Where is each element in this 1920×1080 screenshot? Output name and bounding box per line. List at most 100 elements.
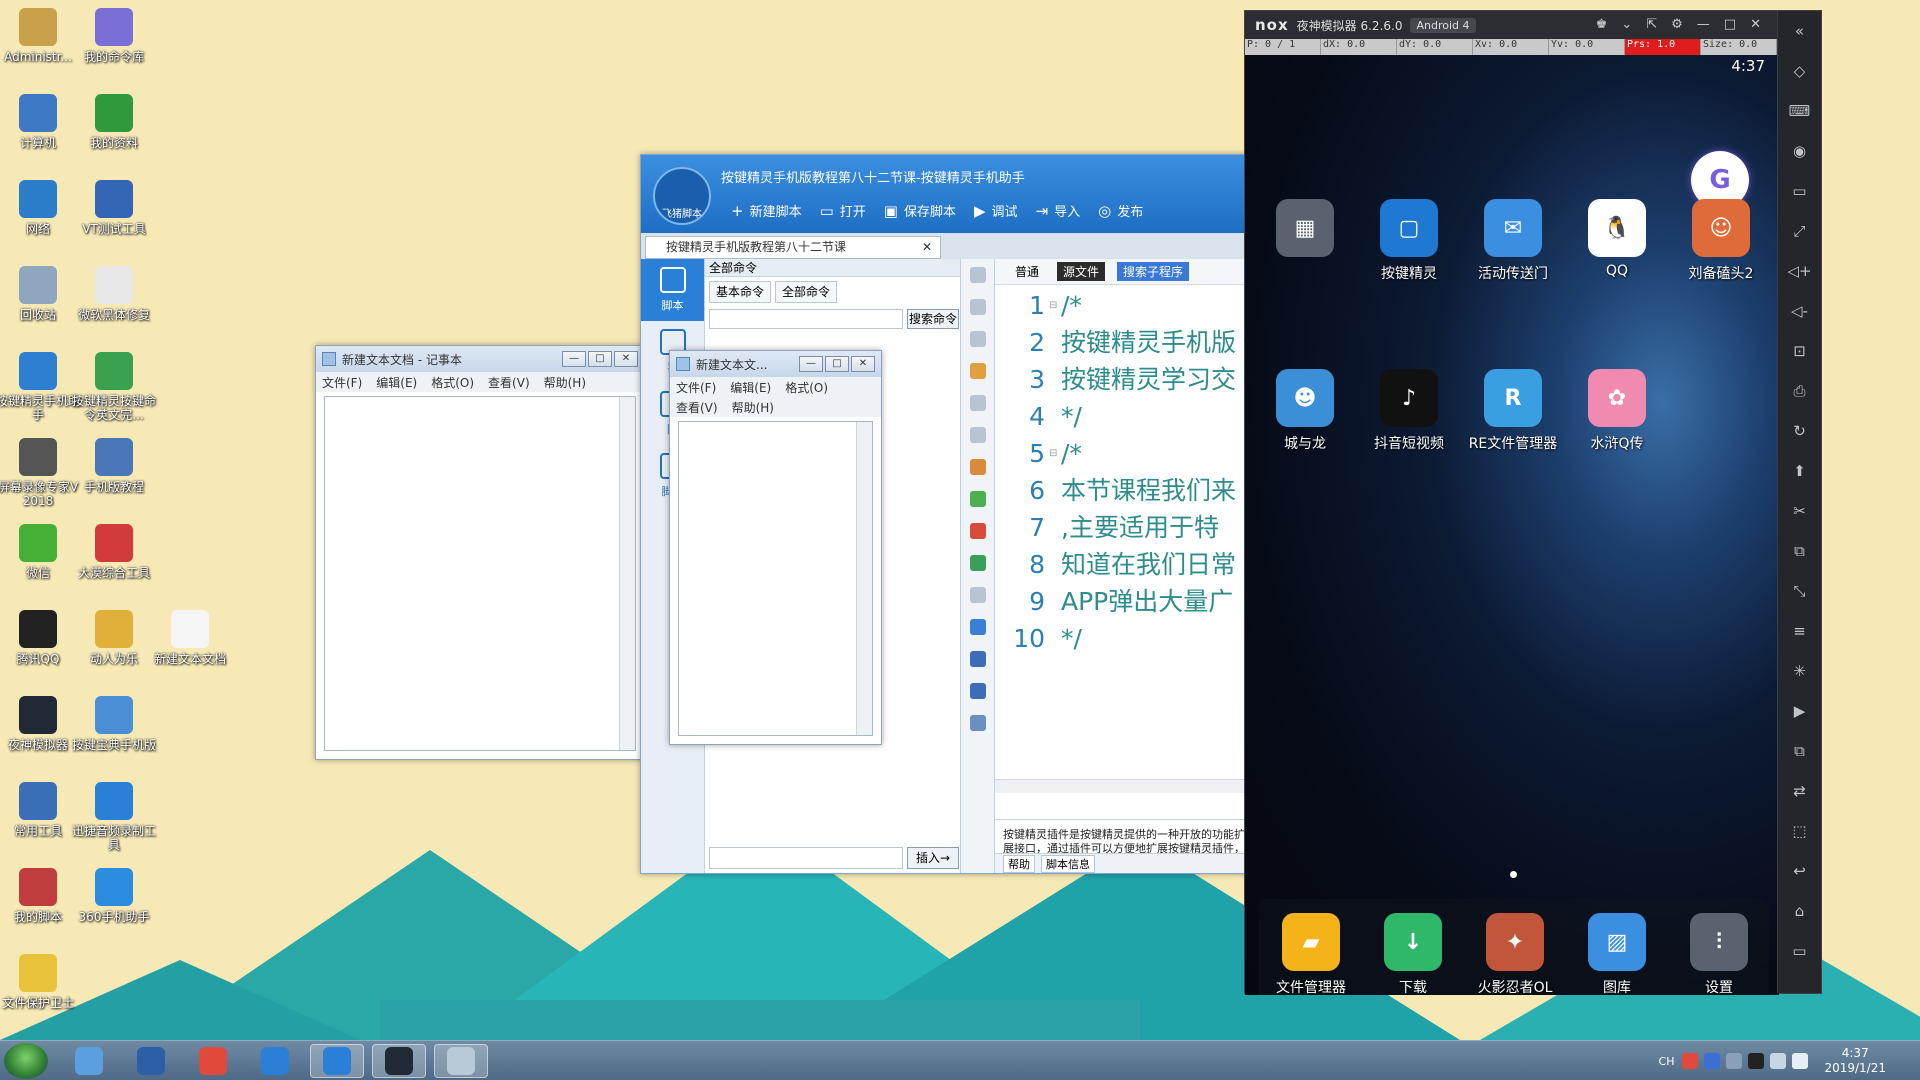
desktop-icon[interactable]: 按键精灵按键命令英文完... [72, 352, 156, 422]
sync-icon[interactable]: ⇄ [1778, 771, 1821, 811]
desktop-icon[interactable]: 我的命令库 [72, 8, 156, 64]
desktop-icon[interactable]: VT测试工具 [72, 180, 156, 236]
screen-icon[interactable]: ▭ [1778, 171, 1821, 211]
save-script-button[interactable]: ▣ 保存脚本 [884, 201, 956, 221]
menu-help[interactable]: 帮助(H) [544, 374, 586, 391]
fold-toggle-icon[interactable] [1049, 398, 1061, 435]
dock-app[interactable]: ▰ 文件管理器 [1259, 913, 1363, 995]
multi-instance-icon[interactable]: ⧉ [1778, 531, 1821, 571]
desktop-icon[interactable]: 腾讯QQ [0, 610, 80, 666]
desktop-icon[interactable]: 微信 [0, 524, 80, 580]
minimize-button[interactable]: — [799, 356, 823, 372]
taskbar-app[interactable] [434, 1044, 488, 1078]
delete-icon[interactable] [969, 331, 986, 347]
fold-toggle-icon[interactable]: ⊟ [1049, 435, 1061, 472]
tab-script-info[interactable]: 脚本信息 [1041, 854, 1095, 873]
keyboard-mapping-icon[interactable]: ◇ [1778, 51, 1821, 91]
maximize-button[interactable]: □ [588, 351, 612, 367]
macro-icon[interactable]: ⧉ [1778, 731, 1821, 771]
menu-format[interactable]: 格式(O) [431, 374, 474, 391]
dock-app[interactable]: ▨ 图库 [1565, 913, 1669, 995]
fold-toggle-icon[interactable] [1049, 583, 1061, 620]
view-icon[interactable] [969, 715, 986, 731]
publish-button[interactable]: ◎ 发布 [1098, 201, 1143, 221]
undo-icon[interactable] [969, 555, 986, 571]
desktop-icon[interactable]: 360手机助手 [72, 868, 156, 924]
desktop-icon[interactable]: 计算机 [0, 94, 80, 150]
android-app[interactable]: 🐧 QQ [1565, 199, 1669, 279]
search-subroutine-button[interactable]: 搜索子程序 [1117, 262, 1190, 281]
copy-icon[interactable] [969, 395, 986, 411]
close-icon[interactable]: ✕ [922, 237, 932, 258]
system-clock[interactable]: 4:37 2019/1/21 [1824, 1046, 1886, 1076]
tab-normal-view[interactable]: 普通 [1009, 262, 1045, 281]
close-button[interactable]: ✕ [1750, 17, 1761, 32]
command-search-input[interactable] [709, 309, 903, 329]
desktop-icon[interactable]: 回收站 [0, 266, 80, 322]
menu-chevron-icon[interactable]: ⌄ [1621, 17, 1632, 32]
taskbar-app[interactable] [62, 1044, 116, 1078]
location-icon[interactable]: ◉ [1778, 131, 1821, 171]
close-button[interactable]: ✕ [614, 351, 638, 367]
maximize-button[interactable]: □ [1724, 17, 1736, 32]
menu-view[interactable]: 查看(V) [488, 374, 530, 391]
desktop-icon[interactable]: 按键精灵手机助手 [0, 352, 80, 422]
taskbar-app[interactable] [124, 1044, 178, 1078]
settings-icon[interactable] [1726, 1053, 1743, 1069]
desktop-icon[interactable]: 大漠综合工具 [72, 524, 156, 580]
language-indicator[interactable]: CH [1659, 1055, 1675, 1068]
android-app[interactable]: ♪ 抖音短视频 [1357, 369, 1461, 453]
rotate-icon[interactable]: ↻ [1778, 411, 1821, 451]
maximize-button[interactable]: □ [825, 356, 849, 372]
clipboard-icon[interactable] [969, 459, 986, 475]
desktop-icon[interactable]: 网络 [0, 180, 80, 236]
tab-all-commands[interactable]: 全部命令 [775, 281, 838, 303]
fold-toggle-icon[interactable] [1049, 324, 1061, 361]
desktop-icon[interactable]: 文件保护卫士 [0, 954, 80, 1010]
paste-icon[interactable] [969, 427, 986, 443]
dock-app[interactable]: ⫶ 设置 [1667, 913, 1771, 995]
collapse-icon[interactable]: « [1778, 11, 1821, 51]
apk-install-icon[interactable]: ⬆ [1778, 451, 1821, 491]
home-icon[interactable]: ⌂ [1778, 891, 1821, 931]
fold-toggle-icon[interactable] [1049, 620, 1061, 657]
search-command-button[interactable]: 搜索命令 [907, 309, 959, 329]
android-app[interactable]: ▦ [1253, 199, 1357, 263]
shake-icon[interactable]: ✳ [1778, 651, 1821, 691]
desktop-icon[interactable]: 屏幕录像专家V2018 [0, 438, 80, 508]
insert-input[interactable] [709, 847, 903, 869]
down-arrow-icon[interactable] [969, 267, 986, 283]
fold-toggle-icon[interactable] [1049, 472, 1061, 509]
dock-app[interactable]: ↓ 下载 [1361, 913, 1465, 995]
tab-basic-commands[interactable]: 基本命令 [709, 281, 772, 303]
android-app[interactable]: ▢ 按键精灵 [1357, 199, 1461, 283]
open-button[interactable]: ▭ 打开 [820, 201, 866, 221]
notepad-titlebar[interactable]: 新建文本文档 - 记事本 — □ ✕ [316, 346, 644, 372]
vertical-scrollbar[interactable] [619, 397, 635, 750]
close-button[interactable]: ✕ [851, 356, 875, 372]
vertical-scrollbar[interactable] [856, 422, 872, 735]
android-app[interactable]: ☺ 刘备磕头2 [1669, 199, 1773, 283]
debug-button[interactable]: ▶ 调试 [974, 201, 1018, 221]
menu-edit[interactable]: 编辑(E) [376, 374, 417, 391]
desktop-icon[interactable]: 新建文本文档 [148, 610, 232, 666]
redo-icon[interactable] [969, 587, 986, 603]
android-app[interactable]: ✿ 水浒Q传 [1565, 369, 1669, 453]
android-app[interactable]: ✉ 活动传送门 [1461, 199, 1565, 283]
taskbar-app[interactable] [248, 1044, 302, 1078]
qq-tray-icon[interactable] [1748, 1053, 1765, 1069]
taskbar-app[interactable] [372, 1044, 426, 1078]
volume-down-icon[interactable]: ◁- [1778, 291, 1821, 331]
cut-icon[interactable]: ✂ [1778, 491, 1821, 531]
code-lines[interactable]: 1 ⊟/* 2 按键精灵手机版 3 按键精灵学习交 4 */5 ⊟/* 6 本节课程我们来 7 ,主要适… [995, 287, 1259, 657]
hand-icon[interactable] [969, 363, 986, 379]
android-app[interactable]: R RE文件管理器 [1461, 369, 1565, 453]
fold-toggle-icon[interactable] [1049, 361, 1061, 398]
desktop-icon[interactable]: 按键宝典手机版 [72, 696, 156, 752]
horizontal-scrollbar[interactable] [995, 779, 1259, 793]
nox-titlebar[interactable]: nox 夜神模拟器 6.2.6.0 Android 4 ♚ ⌄ ⇱ ⚙ — □ ✕ [1245, 11, 1821, 39]
sogou-icon[interactable] [1682, 1053, 1699, 1069]
minimize-button[interactable]: — [1697, 17, 1710, 32]
volume-up-icon[interactable]: ◁+ [1778, 251, 1821, 291]
record-icon[interactable]: ▶ [1778, 691, 1821, 731]
